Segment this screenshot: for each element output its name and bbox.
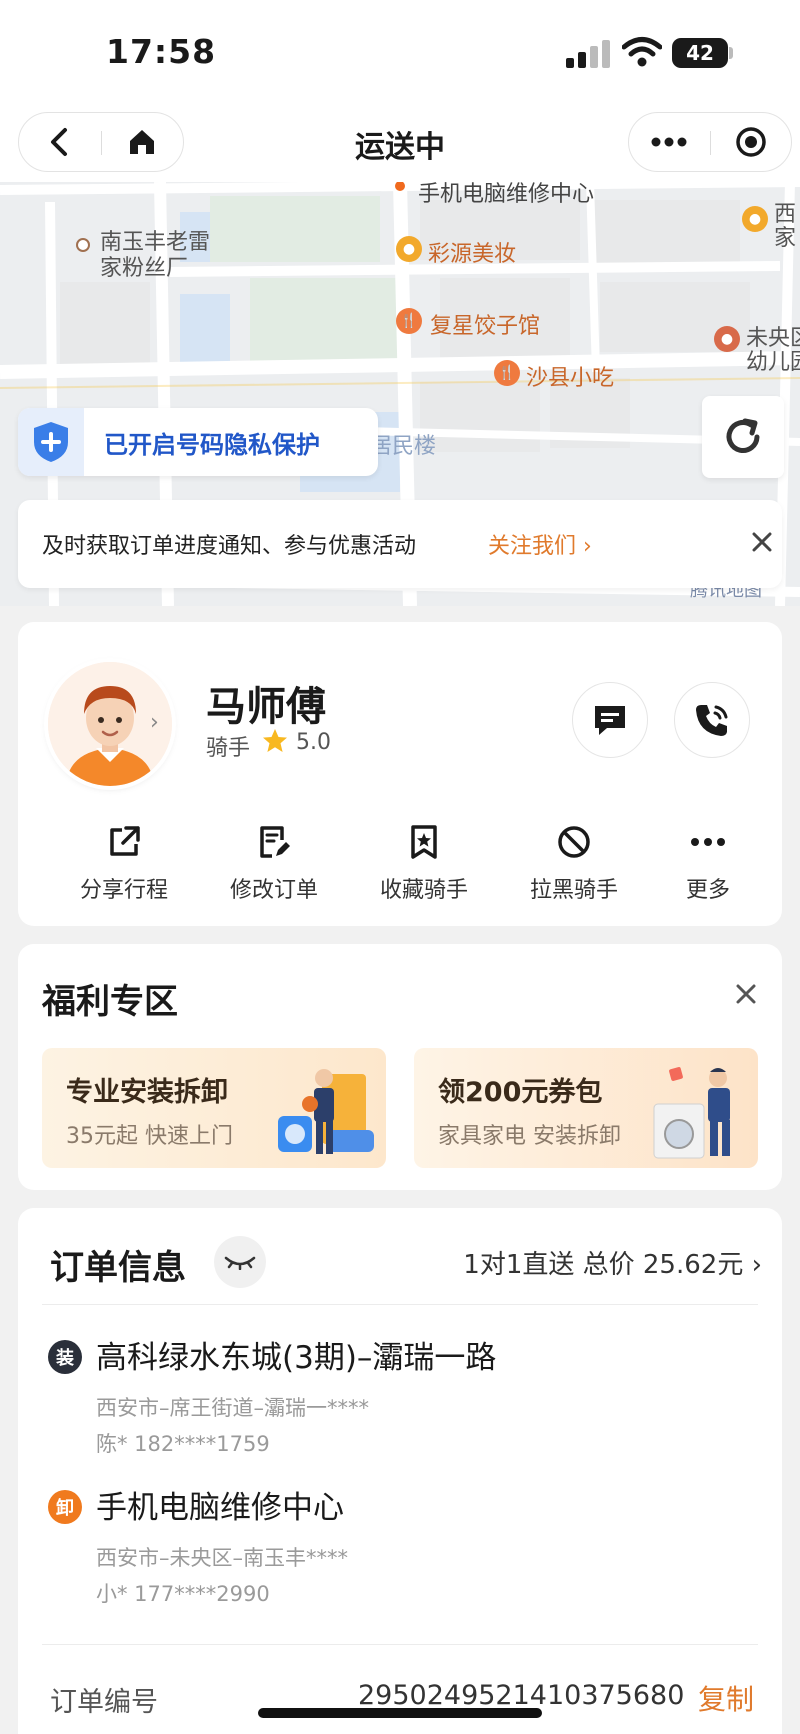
dropoff-contact: 小* 177****2990 xyxy=(96,1582,270,1606)
close-miniprogram-button[interactable] xyxy=(711,113,791,171)
action-label: 收藏骑手 xyxy=(379,878,468,903)
wifi-icon xyxy=(622,37,662,67)
worker-washer-illustration-icon xyxy=(653,1067,730,1159)
pickup-address: 西安市–席王街道–灞瑞一**** xyxy=(96,1396,369,1420)
call-button[interactable] xyxy=(674,682,750,758)
toggle-visibility-button[interactable] xyxy=(214,1236,266,1288)
more-menu-button[interactable] xyxy=(629,113,709,171)
promo-install-card[interactable]: 专业安装拆卸 35元起 快速上门 xyxy=(42,1048,386,1168)
map-label: 居民楼 xyxy=(370,434,437,459)
shop-icon: ● xyxy=(396,236,422,262)
edit-order-icon xyxy=(260,826,290,858)
promo-subtitle: 家具家电 安装拆卸 xyxy=(438,1124,621,1149)
order-title: 订单信息 xyxy=(50,1248,186,1288)
home-indicator[interactable] xyxy=(258,1708,542,1718)
divider xyxy=(42,1304,758,1305)
map-label: 家 xyxy=(774,226,797,251)
welfare-section: 福利专区 专业安装拆卸 35元起 快速上门 领200元券包 家具家电 安装拆卸 xyxy=(18,944,782,1190)
status-time: 17:58 xyxy=(106,32,217,71)
block-rider-button[interactable]: 拉黑骑手 xyxy=(504,822,644,904)
divider xyxy=(42,1644,758,1645)
privacy-text: 已开启号码隐私保护 xyxy=(104,430,320,459)
rider-card: › 马师傅 骑手 5.0 分享行程 修改订单 收藏骑手 拉黑骑手 更多 xyxy=(18,622,782,926)
pickup-contact: 陈* 182****1759 xyxy=(96,1432,270,1456)
map-label: 彩源美妆 xyxy=(428,242,517,267)
restaurant-icon: 🍴 xyxy=(396,308,422,334)
rider-name: 马师傅 xyxy=(206,684,326,730)
follow-notice-bar: 及时获取订单进度通知、参与优惠活动 关注我们 › xyxy=(18,500,782,588)
map-label: 手机电脑维修中心 xyxy=(418,182,595,207)
privacy-protection-banner[interactable]: 已开启号码隐私保护 xyxy=(18,408,378,476)
order-summary-link[interactable]: 1对1直送 总价 25.62元 › xyxy=(463,1244,762,1281)
bookmark-star-icon xyxy=(411,825,437,859)
more-icon xyxy=(691,838,725,846)
action-label: 分享行程 xyxy=(79,878,168,903)
map-label: 复星饺子馆 xyxy=(430,314,541,339)
status-bar: 17:58 42 xyxy=(0,0,800,100)
promo-coupon-card[interactable]: 领200元券包 家具家电 安装拆卸 xyxy=(414,1048,758,1168)
copy-order-number-button[interactable]: 复制 xyxy=(698,1678,754,1718)
notice-text: 及时获取订单进度通知、参与优惠活动 xyxy=(42,534,417,559)
rider-role: 骑手 xyxy=(206,736,251,761)
dropoff-name: 手机电脑维修中心 xyxy=(96,1490,344,1526)
more-actions-button[interactable]: 更多 xyxy=(648,822,768,904)
promo-title: 领200元券包 xyxy=(438,1077,603,1108)
close-icon[interactable] xyxy=(746,526,778,558)
order-number-label: 订单编号 xyxy=(50,1687,158,1718)
battery-icon: 42 xyxy=(672,38,728,68)
back-button[interactable] xyxy=(23,113,97,171)
share-icon xyxy=(110,826,140,856)
chevron-right-icon: › xyxy=(150,710,159,735)
dropoff-badge: 卸 xyxy=(48,1490,82,1524)
page-title: 运送中 xyxy=(355,130,445,165)
order-number-value: 2950249521410375680 xyxy=(358,1680,685,1711)
action-label: 修改订单 xyxy=(229,878,318,903)
follow-us-link[interactable]: 关注我们 › xyxy=(488,528,592,560)
map-label: 沙县小吃 xyxy=(526,366,615,391)
message-button[interactable] xyxy=(572,682,648,758)
favorite-rider-button[interactable]: 收藏骑手 xyxy=(354,822,494,904)
block-icon xyxy=(558,826,590,858)
close-icon[interactable] xyxy=(732,980,760,1008)
order-info-card: 订单信息 1对1直送 总价 25.62元 › 装 高科绿水东城(3期)–灞瑞一路… xyxy=(18,1208,782,1734)
poi-dot-icon xyxy=(76,238,90,252)
nav-bar: 运送中 xyxy=(0,100,800,182)
refresh-icon xyxy=(726,418,760,453)
action-label: 拉黑骑手 xyxy=(529,878,618,903)
target-circle-icon xyxy=(736,127,766,157)
nav-capsule-left xyxy=(18,112,184,172)
promo-subtitle: 35元起 快速上门 xyxy=(66,1124,233,1149)
action-label: 更多 xyxy=(685,878,730,903)
installer-illustration-icon xyxy=(278,1069,374,1154)
edit-order-button[interactable]: 修改订单 xyxy=(204,822,344,904)
star-icon xyxy=(263,729,287,752)
shield-plus-icon xyxy=(18,408,84,476)
share-trip-button[interactable]: 分享行程 xyxy=(54,822,194,904)
rider-score: 5.0 xyxy=(296,730,331,755)
restaurant-icon: 🍴 xyxy=(494,360,520,386)
battery-tip xyxy=(729,47,733,59)
more-dots-icon xyxy=(651,137,687,147)
pickup-badge: 装 xyxy=(48,1340,82,1374)
chevron-left-icon xyxy=(51,128,67,156)
pickup-name: 高科绿水东城(3期)–灞瑞一路 xyxy=(96,1340,497,1376)
nav-capsule-right xyxy=(628,112,792,172)
promo-title: 专业安装拆卸 xyxy=(66,1077,228,1108)
capsule-divider xyxy=(101,131,102,155)
refresh-button[interactable] xyxy=(702,396,784,478)
eye-closed-icon xyxy=(224,1256,256,1270)
school-icon: ● xyxy=(714,326,740,352)
rider-actions: 分享行程 修改订单 收藏骑手 拉黑骑手 更多 xyxy=(18,822,782,904)
map-view[interactable]: 手机电脑维修中心 南玉丰老雷 家粉丝厂 ● 彩源美妆 🍴 复星饺子馆 🍴 沙县小… xyxy=(0,182,800,606)
dropoff-address: 西安市–未央区–南玉丰**** xyxy=(96,1546,348,1570)
chat-bubble-icon xyxy=(595,706,625,735)
map-label: 家粉丝厂 xyxy=(100,256,189,281)
phone-icon xyxy=(696,705,728,736)
home-button[interactable] xyxy=(105,113,179,171)
welfare-title: 福利专区 xyxy=(42,982,178,1022)
shop-icon: ● xyxy=(742,206,768,232)
home-icon xyxy=(130,130,154,154)
cellular-signal-icon xyxy=(566,40,610,68)
map-label: 幼儿园 xyxy=(746,350,800,375)
